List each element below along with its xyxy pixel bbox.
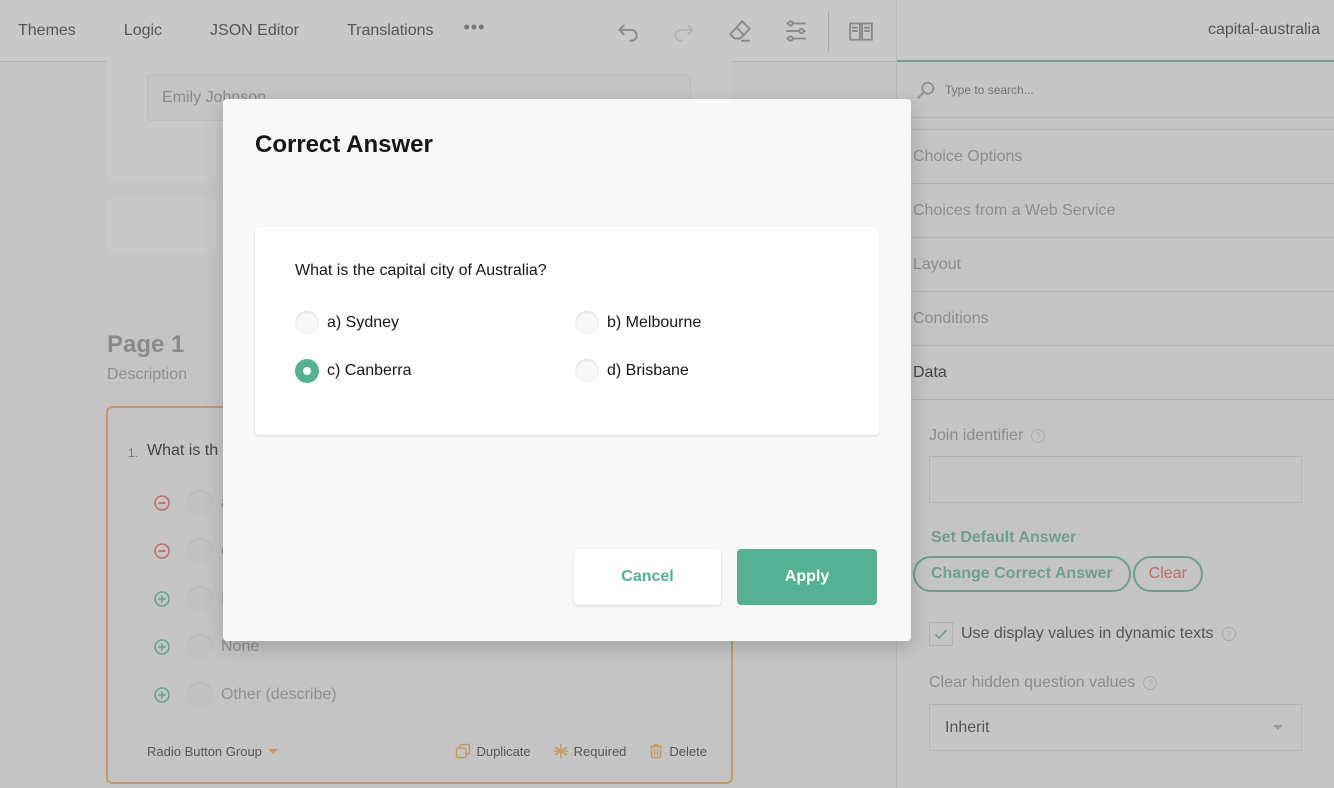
book-icon[interactable] [833, 0, 889, 62]
property-grid: capital-australia Choice Options Choices… [896, 0, 1334, 788]
correct-answer-dialog: Correct Answer What is the capital city … [223, 99, 911, 641]
radio-button-checked[interactable] [295, 359, 319, 383]
remove-choice-icon[interactable] [153, 542, 171, 560]
help-icon[interactable]: ? [1031, 429, 1046, 443]
question-footer: Radio Button Group Duplicate Required De… [147, 743, 707, 759]
undo-icon[interactable] [600, 0, 656, 62]
question-type-select[interactable]: Radio Button Group [147, 744, 278, 759]
help-icon[interactable]: ? [1143, 676, 1158, 690]
tab-json-editor[interactable]: JSON Editor [180, 0, 317, 62]
clear-correct-answer-button[interactable]: Clear [1132, 556, 1203, 592]
chevron-down-icon [267, 748, 278, 754]
choice-item: Other (describe) [153, 680, 337, 710]
choice-item: a [153, 488, 230, 518]
option-label: b) Melbourne [607, 314, 702, 331]
duplicate-icon [456, 743, 471, 759]
choice-radio[interactable] [187, 634, 213, 660]
clear-hidden-values-selected: Inherit [945, 718, 990, 736]
section-conditions[interactable]: Conditions [897, 292, 1334, 346]
use-display-values-label: Use display values in dynamic texts [961, 625, 1214, 642]
choice-radio[interactable] [187, 586, 213, 612]
trash-icon [650, 743, 663, 759]
section-choices-from-web-service[interactable]: Choices from a Web Service [897, 184, 1334, 238]
question-preview-card: What is the capital city of Australia? a… [255, 227, 879, 435]
search-icon [917, 81, 935, 99]
radio-button[interactable] [295, 311, 319, 335]
tab-logic[interactable]: Logic [94, 0, 180, 62]
choice-radio[interactable] [187, 538, 213, 564]
correct-answer-actions: Change Correct Answer Clear [913, 556, 1203, 592]
apply-button[interactable]: Apply [737, 549, 877, 605]
set-default-answer-link[interactable]: Set Default Answer [931, 529, 1076, 547]
settings-sliders-icon[interactable] [768, 0, 824, 62]
section-choice-options[interactable]: Choice Options [897, 130, 1334, 184]
answer-option-brisbane[interactable]: d) Brisbane [575, 359, 689, 383]
question-type-label: Radio Button Group [147, 743, 262, 759]
asterisk-icon [553, 744, 568, 758]
option-label: d) Brisbane [607, 362, 689, 379]
property-sections: Choice Options Choices from a Web Servic… [897, 129, 1334, 400]
delete-button[interactable]: Delete [648, 743, 707, 759]
duplicate-label: Duplicate [476, 743, 531, 759]
more-dots-icon[interactable]: ••• [452, 17, 498, 38]
eraser-icon[interactable] [712, 0, 768, 62]
help-icon[interactable]: ? [1221, 627, 1236, 641]
toolbar-divider [828, 11, 829, 51]
dialog-title: Correct Answer [255, 131, 433, 158]
checkmark-icon [934, 629, 948, 640]
choice-radio[interactable] [187, 682, 213, 708]
property-grid-header: capital-australia [897, 0, 1334, 62]
choice-text[interactable]: Other (describe) [221, 686, 337, 704]
section-data[interactable]: Data [897, 346, 1334, 400]
join-identifier-input[interactable] [929, 456, 1302, 503]
answer-option-melbourne[interactable]: b) Melbourne [575, 311, 701, 335]
add-choice-icon[interactable] [153, 638, 171, 656]
tab-translations[interactable]: Translations [317, 0, 452, 62]
property-search [897, 62, 1334, 118]
change-correct-answer-button[interactable]: Change Correct Answer [913, 556, 1131, 592]
page-description[interactable]: Description [107, 366, 187, 384]
choice-item: I [153, 584, 225, 614]
top-toolbar: Themes Logic JSON Editor Translations ••… [0, 0, 896, 62]
add-choice-icon[interactable] [153, 590, 171, 608]
join-identifier-label: Join identifier ? [929, 427, 1046, 445]
choice-item: c [153, 536, 229, 566]
page-title[interactable]: Page 1 [107, 331, 184, 359]
question-title[interactable]: What is th [147, 442, 218, 460]
clear-hidden-values-label: Clear hidden question values ? [929, 674, 1158, 692]
question-actions: Duplicate Required Delete [455, 743, 707, 759]
option-label: a) Sydney [327, 314, 400, 331]
required-button[interactable]: Required [553, 743, 627, 759]
radio-button[interactable] [575, 359, 599, 383]
join-identifier-text: Join identifier [929, 427, 1024, 444]
question-number: 1. [128, 446, 139, 460]
toolbar-actions [600, 0, 889, 62]
redo-icon[interactable] [656, 0, 712, 62]
section-layout[interactable]: Layout [897, 238, 1334, 292]
remove-choice-icon[interactable] [153, 494, 171, 512]
cancel-button[interactable]: Cancel [574, 549, 721, 605]
choice-radio[interactable] [187, 490, 213, 516]
option-label: c) Canberra [327, 362, 412, 379]
add-choice-icon[interactable] [153, 686, 171, 704]
answer-option-canberra[interactable]: c) Canberra [295, 359, 411, 383]
use-display-values-option[interactable]: Use display values in dynamic texts ? [929, 622, 1236, 646]
radio-button[interactable] [575, 311, 599, 335]
property-search-input[interactable] [945, 82, 1245, 97]
selected-element-name: capital-australia [1207, 21, 1320, 38]
duplicate-button[interactable]: Duplicate [455, 743, 531, 759]
use-display-values-checkbox[interactable] [929, 622, 953, 646]
answer-option-sydney[interactable]: a) Sydney [295, 311, 399, 335]
required-label: Required [573, 743, 627, 759]
delete-label: Delete [669, 743, 707, 759]
clear-hidden-values-text: Clear hidden question values [929, 674, 1136, 691]
clear-hidden-values-select[interactable]: Inherit [929, 704, 1302, 751]
tab-themes[interactable]: Themes [0, 0, 94, 62]
chevron-down-icon [1273, 725, 1283, 730]
preview-question-title: What is the capital city of Australia? [295, 262, 547, 279]
